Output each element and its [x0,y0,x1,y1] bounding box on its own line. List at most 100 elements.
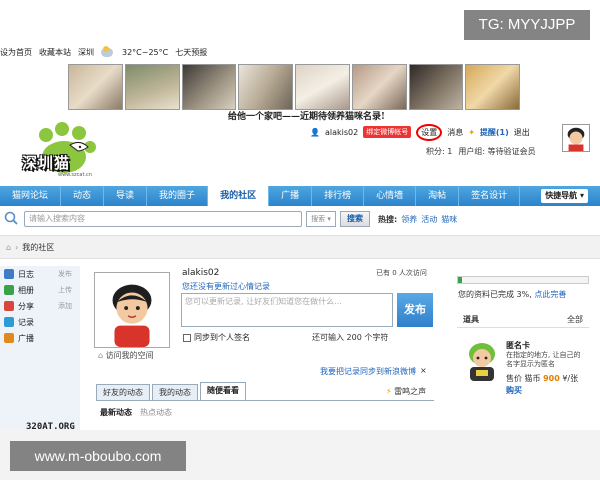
visit-space-link[interactable]: ⌂ 访问我的空间 [98,350,154,361]
nav-item-mood-wall[interactable]: 心情墙 [364,186,417,206]
nav-item-collections[interactable]: 淘帖 [416,186,460,206]
cat-photo[interactable] [238,64,293,110]
temperature-label: 32°C~25°C [122,47,169,57]
subtab-hot[interactable]: 热点动态 [140,407,172,418]
profile-progress-fill [458,277,462,283]
sidebar-item-album[interactable]: 相册 上传 [0,282,80,298]
hot-search-cats[interactable]: 猫咪 [441,214,457,225]
cat-photo[interactable] [181,64,237,110]
visit-count: 已有 0 人次访问 [376,269,427,277]
logo-url: www.szcat.cn [58,172,92,178]
logout-link[interactable]: 退出 [514,127,530,138]
sync-signature-label: 同步到个人签名 [194,333,250,342]
sidebar-action-link[interactable]: 上传 [58,285,72,295]
nav-item-my-circles[interactable]: 我的圈子 [147,186,209,206]
cat-photo[interactable] [295,64,350,110]
messages-link[interactable]: 消息 [447,127,463,138]
user-icon: 👤 [310,127,320,137]
tab-friends-feed[interactable]: 好友的动态 [96,384,150,400]
sidebar-item-label: 记录 [18,317,34,327]
search-type-select[interactable]: 搜索 ▾ [306,211,336,227]
username-link[interactable]: alakis02 [325,128,358,137]
nav-item-signature-design[interactable]: 签名设计 [459,186,521,206]
sidebar-item-label: 广播 [18,333,34,343]
logo-text: 深圳猫 [22,154,71,172]
breadcrumb-current[interactable]: 我的社区 [22,242,54,253]
points-label[interactable]: 积分: 1 [426,146,452,157]
feed-tabs: 好友的动态 我的动态 随便看看 [96,382,434,401]
composer-username[interactable]: alakis02 [182,268,219,278]
sidebar-action-link[interactable]: 发布 [58,269,72,279]
search-input[interactable]: 请输入搜索内容 [24,211,302,227]
buy-button[interactable]: 购买 [506,385,522,396]
char-count: 还可输入 200 个字符 [312,333,389,342]
card-description: 在指定的地方, 让自己的名字显示为匿名 [506,351,581,368]
album-icon [4,285,14,295]
records-icon [4,317,14,327]
bind-weibo-button[interactable]: 绑定微博帐号 [363,126,412,138]
nav-item-feed[interactable]: 动态 [61,186,105,206]
user-group-label[interactable]: 用户组: 等待验证会员 [458,146,535,157]
sync-signature-checkbox[interactable] [183,333,191,342]
tab-random[interactable]: 随便看看 [200,382,246,400]
sidebar-item-records[interactable]: 记录 [0,314,80,330]
profile-progress-bar [457,276,589,284]
home-small-icon: ⌂ [98,351,104,360]
nav-item-forum[interactable]: 猫网论坛 [0,186,62,206]
reminder-link[interactable]: 提醒(1) [480,127,509,138]
anonymous-card-icon[interactable] [462,340,502,382]
search-button[interactable]: 搜索 [340,211,370,227]
tools-all-link[interactable]: 全部 [567,312,583,327]
set-home-link[interactable]: 设为首页 [0,47,32,58]
share-icon [4,301,14,311]
cat-photo[interactable] [68,64,123,110]
tab-my-feed[interactable]: 我的动态 [152,384,198,400]
cat-photo[interactable] [351,64,407,110]
sync-signature-option[interactable]: 同步到个人签名 [183,332,250,343]
bookmark-link[interactable]: 收藏本站 [39,47,71,58]
banner-slogan[interactable]: 给他一个家吧——近期待领养猫咪名录! [228,109,385,122]
adoption-banner[interactable] [68,64,520,110]
nav-item-broadcast[interactable]: 广播 [269,186,313,206]
avatar-small[interactable] [562,124,590,152]
price-value: 900 [543,374,560,383]
subtab-latest[interactable]: 最新动态 [100,407,132,418]
quick-nav-dropdown[interactable]: 快捷导航 ▾ [541,189,588,203]
forecast-link[interactable]: 七天预报 [175,47,207,58]
breadcrumb-separator: › [15,242,19,252]
cat-photo[interactable] [408,64,464,110]
sidebar-action-link[interactable]: 添加 [58,301,72,311]
sidebar-item-blog[interactable]: 日志 发布 [0,266,80,282]
nav-item-guide[interactable]: 导读 [104,186,148,206]
sidebar-item-label: 日志 [18,269,34,279]
main-nav: 猫网论坛 动态 导读 我的圈子 我的社区 广播 排行榜 心情墙 淘帖 签名设计 … [0,186,600,206]
hot-search-events[interactable]: 活动 [421,214,437,225]
sidebar-item-broadcast[interactable]: 广播 [0,330,80,346]
complete-profile-link[interactable]: 点此完善 [534,290,566,299]
sync-weibo-bar: 我要把记录同步到新浪微博 × [320,366,427,377]
publish-button[interactable]: 发布 [397,293,433,327]
cat-photo[interactable] [465,64,520,110]
score-bar: 积分: 1 用户组: 等待验证会员 [426,146,536,157]
price-label: 售价 猫币 [506,374,541,383]
hot-search-label: 热搜: [378,214,398,224]
nav-item-ranking[interactable]: 排行榜 [312,186,365,206]
nav-item-my-community[interactable]: 我的社区 [208,186,270,206]
card-name[interactable]: 匿名卡 [506,340,530,351]
breadcrumb: ⌂ › 我的社区 [0,235,600,259]
close-icon[interactable]: × [420,366,427,377]
sidebar-item-share[interactable]: 分享 添加 [0,298,80,314]
cat-photo[interactable] [124,64,180,110]
bottom-text: 320AT.ORG [26,422,75,432]
sync-weibo-link[interactable]: 我要把记录同步到新浪微博 [320,366,416,377]
avatar-large[interactable] [94,272,170,348]
thunder-voice-link[interactable]: ⚡ 雷鸣之声 [386,386,426,397]
settings-link[interactable]: 设置 [416,123,443,141]
sidebar-item-label: 分享 [18,301,34,311]
hot-search-adoption[interactable]: 领养 [401,214,417,225]
bulb-icon: ✦ [468,127,475,137]
watermark-top: TG: MYYJJPP [464,10,590,40]
home-icon[interactable]: ⌂ [6,243,11,252]
mood-textarea[interactable]: 您可以更新记录, 让好友们知道您在做什么... [181,293,393,327]
top-bar: 设为首页 收藏本站 深圳 32°C~25°C 七天预报 [0,44,470,60]
